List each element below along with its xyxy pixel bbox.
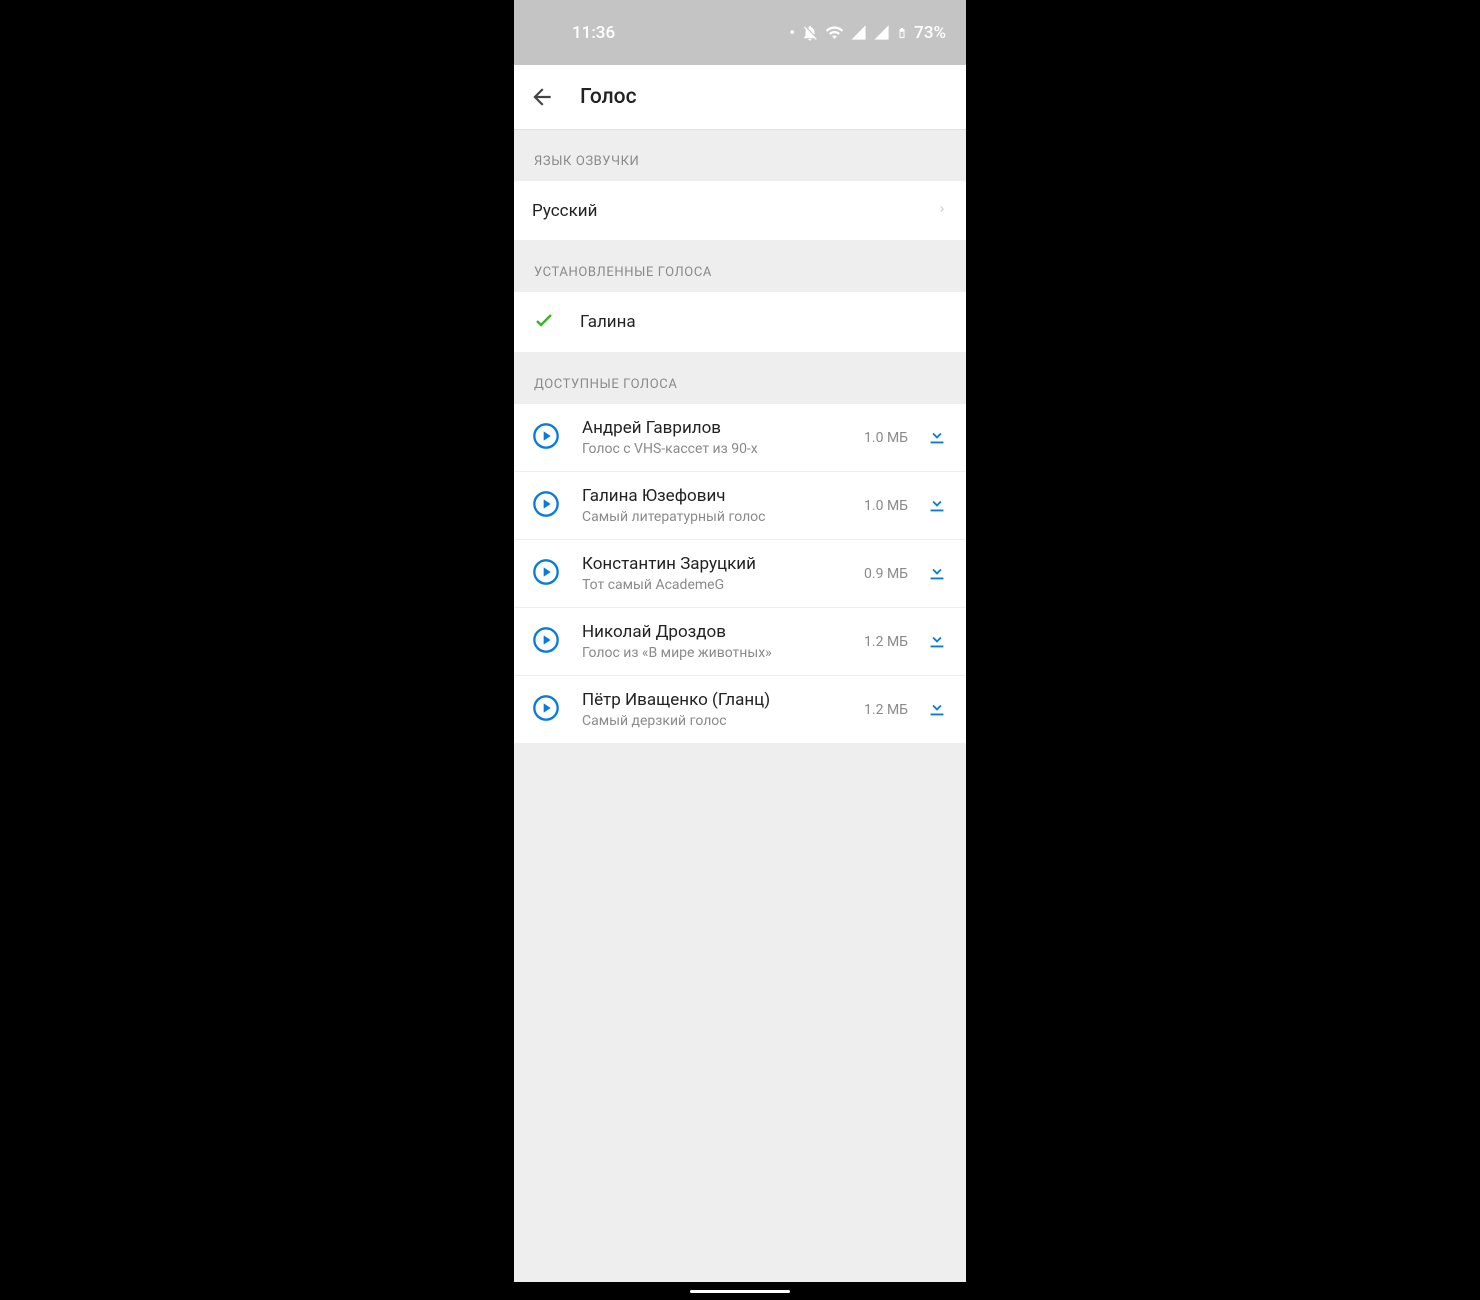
section-header-installed: УСТАНОВЛЕННЫЕ ГОЛОСА xyxy=(514,241,966,292)
voice-size: 1.2 МБ xyxy=(864,634,908,650)
voice-size: 0.9 МБ xyxy=(864,566,908,582)
download-button[interactable] xyxy=(926,629,948,655)
app-bar: Голос xyxy=(514,65,966,130)
dot-icon: • xyxy=(789,23,795,43)
section-header-language: ЯЗЫК ОЗВУЧКИ xyxy=(514,130,966,181)
installed-voice-row[interactable]: Галина xyxy=(514,292,966,353)
play-button[interactable] xyxy=(532,558,560,590)
section-header-available: ДОСТУПНЫЕ ГОЛОСА xyxy=(514,353,966,404)
voice-desc: Самый дерзкий голос xyxy=(582,713,864,729)
installed-voice-name: Галина xyxy=(580,312,636,332)
voice-name: Константин Заруцкий xyxy=(582,554,864,574)
play-button[interactable] xyxy=(532,626,560,658)
wifi-icon xyxy=(825,23,844,42)
voice-name: Николай Дроздов xyxy=(582,622,864,642)
download-button[interactable] xyxy=(926,493,948,519)
voice-desc: Голос с VHS-кассет из 90-х xyxy=(582,441,864,457)
check-icon xyxy=(532,308,556,336)
play-icon xyxy=(532,490,560,518)
notifications-off-icon xyxy=(801,24,819,42)
play-button[interactable] xyxy=(532,694,560,726)
voice-desc: Тот самый AcademeG xyxy=(582,577,864,593)
phone-screen: 11:36 • 73% Голос ЯЗЫК ОЗВУЧК xyxy=(514,0,966,1300)
play-icon xyxy=(532,694,560,722)
voice-text: Андрей Гаврилов Голос с VHS-кассет из 90… xyxy=(582,418,864,457)
battery-icon xyxy=(896,24,908,42)
navigation-bar xyxy=(514,1282,966,1300)
voice-size: 1.2 МБ xyxy=(864,702,908,718)
arrow-left-icon xyxy=(529,84,555,110)
signal-icon xyxy=(850,24,867,41)
voice-desc: Самый литературный голос xyxy=(582,509,864,525)
play-button[interactable] xyxy=(532,490,560,522)
voice-name: Пётр Иващенко (Гланц) xyxy=(582,690,864,710)
available-voice-row[interactable]: Константин Заруцкий Тот самый AcademeG 0… xyxy=(514,540,966,608)
download-icon xyxy=(926,493,948,515)
voice-name: Андрей Гаврилов xyxy=(582,418,864,438)
voice-text: Николай Дроздов Голос из «В мире животны… xyxy=(582,622,864,661)
play-icon xyxy=(532,558,560,586)
download-icon xyxy=(926,629,948,651)
download-button[interactable] xyxy=(926,425,948,451)
language-value: Русский xyxy=(532,201,597,221)
status-bar: 11:36 • 73% xyxy=(514,0,966,65)
signal-icon-2 xyxy=(873,24,890,41)
voice-size: 1.0 МБ xyxy=(864,430,908,446)
voice-desc: Голос из «В мире животных» xyxy=(582,645,864,661)
battery-percent: 73% xyxy=(914,23,946,43)
available-voice-row[interactable]: Галина Юзефович Самый литературный голос… xyxy=(514,472,966,540)
page-title: Голос xyxy=(580,85,637,109)
play-icon xyxy=(532,422,560,450)
status-icons: • 73% xyxy=(789,23,946,43)
play-button[interactable] xyxy=(532,422,560,454)
available-voice-row[interactable]: Андрей Гаврилов Голос с VHS-кассет из 90… xyxy=(514,404,966,472)
chevron-right-icon xyxy=(936,200,948,222)
voice-text: Галина Юзефович Самый литературный голос xyxy=(582,486,864,525)
available-voice-row[interactable]: Николай Дроздов Голос из «В мире животны… xyxy=(514,608,966,676)
download-button[interactable] xyxy=(926,697,948,723)
download-icon xyxy=(926,561,948,583)
voice-text: Константин Заруцкий Тот самый AcademeG xyxy=(582,554,864,593)
language-row[interactable]: Русский xyxy=(514,181,966,241)
nav-handle[interactable] xyxy=(690,1290,790,1293)
back-button[interactable] xyxy=(528,83,556,111)
download-icon xyxy=(926,697,948,719)
download-button[interactable] xyxy=(926,561,948,587)
download-icon xyxy=(926,425,948,447)
play-icon xyxy=(532,626,560,654)
status-time: 11:36 xyxy=(534,23,615,43)
available-voice-row[interactable]: Пётр Иващенко (Гланц) Самый дерзкий голо… xyxy=(514,676,966,744)
voice-text: Пётр Иващенко (Гланц) Самый дерзкий голо… xyxy=(582,690,864,729)
voice-name: Галина Юзефович xyxy=(582,486,864,506)
voice-size: 1.0 МБ xyxy=(864,498,908,514)
